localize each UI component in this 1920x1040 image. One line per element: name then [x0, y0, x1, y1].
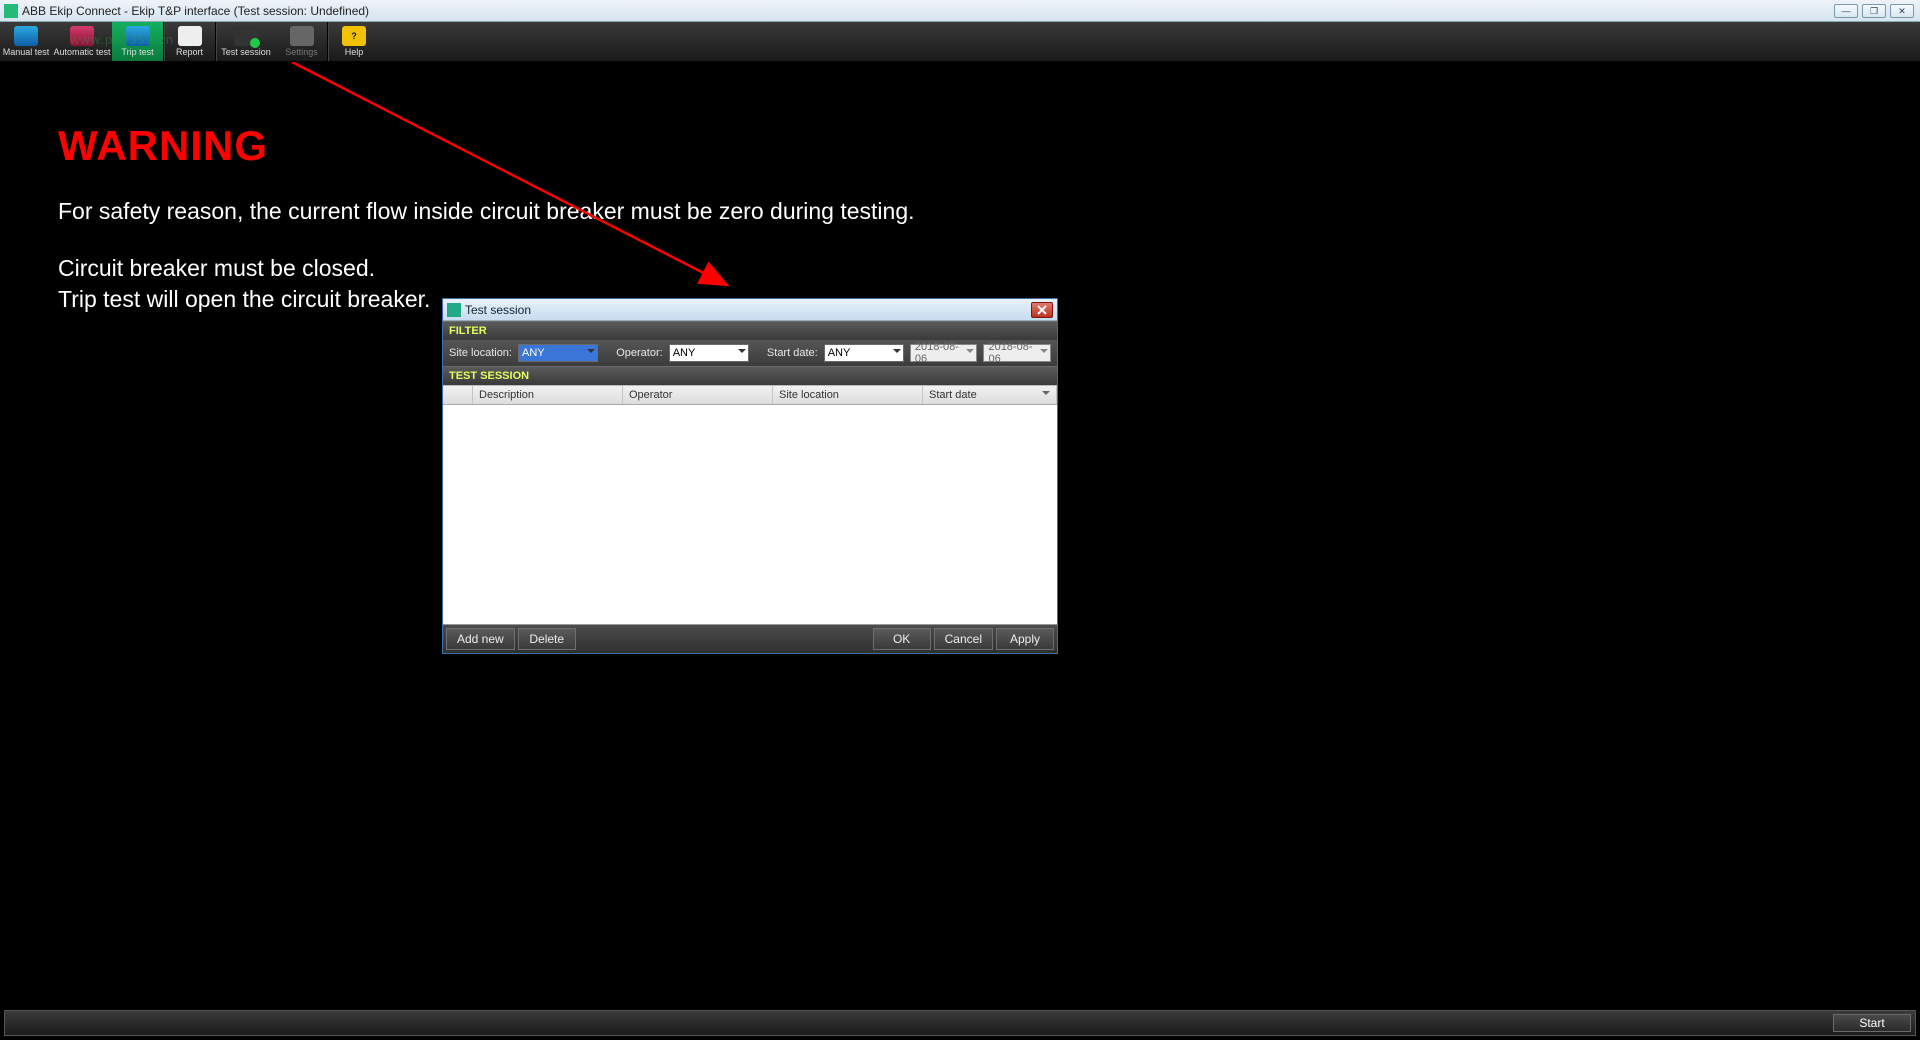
start-date-combo[interactable]: ANY: [824, 344, 904, 362]
cancel-button[interactable]: Cancel: [934, 628, 993, 650]
add-new-button[interactable]: Add new: [446, 628, 515, 650]
manual-test-button[interactable]: Manual test: [0, 22, 52, 61]
col-start-date[interactable]: Start date: [923, 386, 1057, 404]
main-canvas: WARNING For safety reason, the current f…: [0, 62, 1920, 1010]
warning-block: WARNING For safety reason, the current f…: [58, 122, 915, 315]
col-operator[interactable]: Operator: [623, 386, 773, 404]
window-title: ABB Ekip Connect - Ekip T&P interface (T…: [22, 4, 369, 18]
test-session-button[interactable]: Test session: [216, 22, 276, 61]
warning-line-2: Circuit breaker must be closed.: [58, 253, 915, 284]
warning-heading: WARNING: [58, 122, 915, 170]
start-date-label: Start date:: [767, 347, 818, 359]
grid-header: Description Operator Site location Start…: [443, 385, 1057, 405]
dialog-title: Test session: [465, 303, 531, 317]
test-session-section-header: TEST SESSION: [443, 366, 1057, 385]
site-location-label: Site location:: [449, 347, 512, 359]
grid-row-selector-col[interactable]: [443, 386, 473, 404]
app-icon: [4, 4, 18, 18]
warning-line-1: For safety reason, the current flow insi…: [58, 196, 915, 227]
col-site-location[interactable]: Site location: [773, 386, 923, 404]
test-session-dialog: Test session FILTER Site location: ANY O…: [442, 298, 1058, 654]
dialog-titlebar[interactable]: Test session: [443, 299, 1057, 321]
operator-label: Operator:: [616, 347, 662, 359]
filter-section-header: FILTER: [443, 321, 1057, 340]
watermark: www.pc0359.cn: [70, 32, 174, 47]
operator-combo[interactable]: ANY: [669, 344, 749, 362]
date-to-input[interactable]: 2018-08-06: [983, 344, 1051, 362]
help-button[interactable]: ?Help: [328, 22, 380, 61]
delete-button[interactable]: Delete: [518, 628, 576, 650]
minimize-button[interactable]: —: [1834, 4, 1858, 18]
grid-body[interactable]: [443, 405, 1057, 625]
main-toolbar: Manual test Automatic test Trip test Rep…: [0, 22, 1920, 62]
start-button[interactable]: Start: [1833, 1014, 1911, 1032]
filter-row: Site location: ANY Operator: ANY Start d…: [443, 340, 1057, 366]
ok-button[interactable]: OK: [873, 628, 931, 650]
date-from-input[interactable]: 2018-08-06: [910, 344, 978, 362]
window-titlebar: ABB Ekip Connect - Ekip T&P interface (T…: [0, 0, 1920, 22]
apply-button[interactable]: Apply: [996, 628, 1054, 650]
maximize-button[interactable]: ❐: [1862, 4, 1886, 18]
dialog-close-button[interactable]: [1031, 302, 1053, 318]
dialog-button-bar: Add new Delete OK Cancel Apply: [443, 625, 1057, 653]
dialog-icon: [447, 303, 461, 317]
close-window-button[interactable]: ✕: [1890, 4, 1914, 18]
settings-button[interactable]: Settings: [276, 22, 328, 61]
status-bar: Start: [4, 1010, 1916, 1036]
col-description[interactable]: Description: [473, 386, 623, 404]
site-location-combo[interactable]: ANY: [518, 344, 598, 362]
